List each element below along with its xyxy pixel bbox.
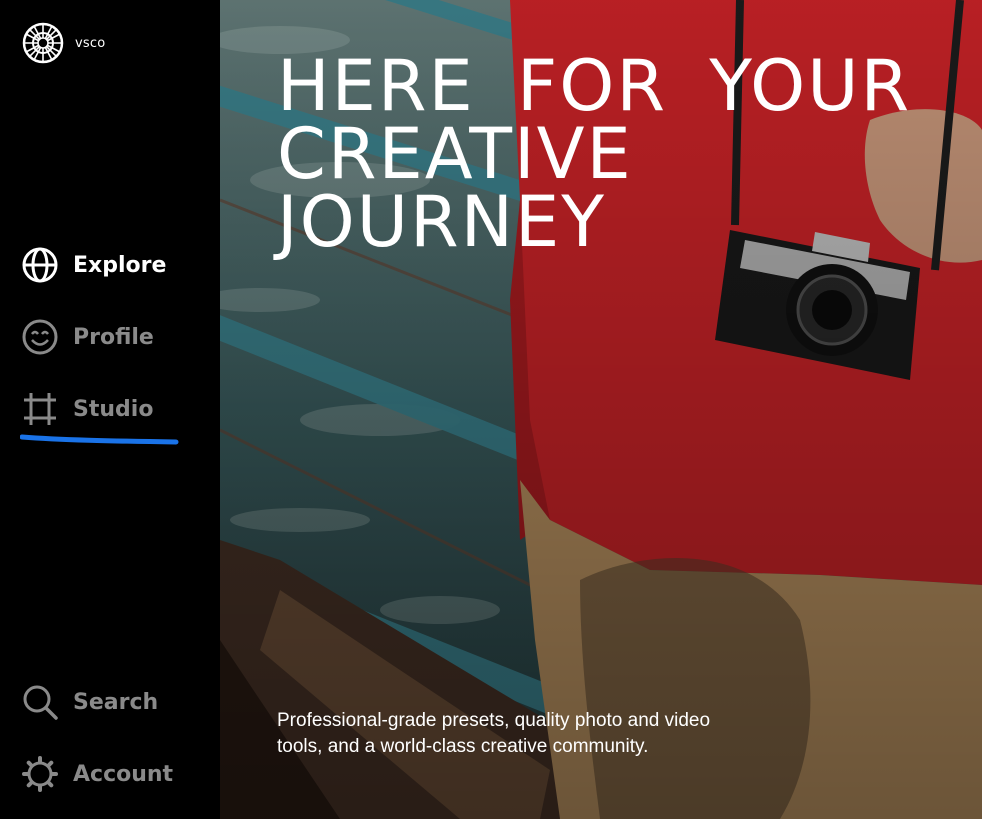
nav-label-search: Search (73, 689, 159, 715)
nav-label-account: Account (73, 761, 174, 787)
crop-icon (24, 393, 56, 425)
brand-name: vsco (75, 35, 106, 51)
vsco-logo[interactable]: vsco (22, 22, 105, 64)
nav-label-profile: Profile (73, 324, 154, 350)
gear-icon (22, 756, 58, 792)
search-icon (23, 685, 58, 720)
nav-item-profile[interactable]: Profile (22, 319, 154, 355)
hero-section: HERE FOR YOUR CREATIVE JOURNEY Professio… (220, 0, 982, 819)
studio-underline-annotation (20, 434, 179, 445)
vsco-logo-icon (22, 22, 64, 64)
hero-subtext: Professional-grade presets, quality phot… (277, 710, 711, 757)
nav-item-explore[interactable]: Explore (22, 247, 166, 283)
hero-headline: HERE FOR YOUR CREATIVE JOURNEY (277, 45, 912, 263)
nav-item-studio[interactable]: Studio (22, 391, 153, 427)
nav-item-account[interactable]: Account (22, 756, 173, 792)
globe-icon (22, 247, 58, 283)
nav-label-explore: Explore (73, 252, 167, 278)
nav-item-search[interactable]: Search (22, 684, 158, 720)
smiley-icon (22, 319, 58, 355)
sidebar: vsco Explore Profile Studio Search Accou… (0, 0, 220, 819)
nav-label-studio: Studio (73, 396, 154, 422)
